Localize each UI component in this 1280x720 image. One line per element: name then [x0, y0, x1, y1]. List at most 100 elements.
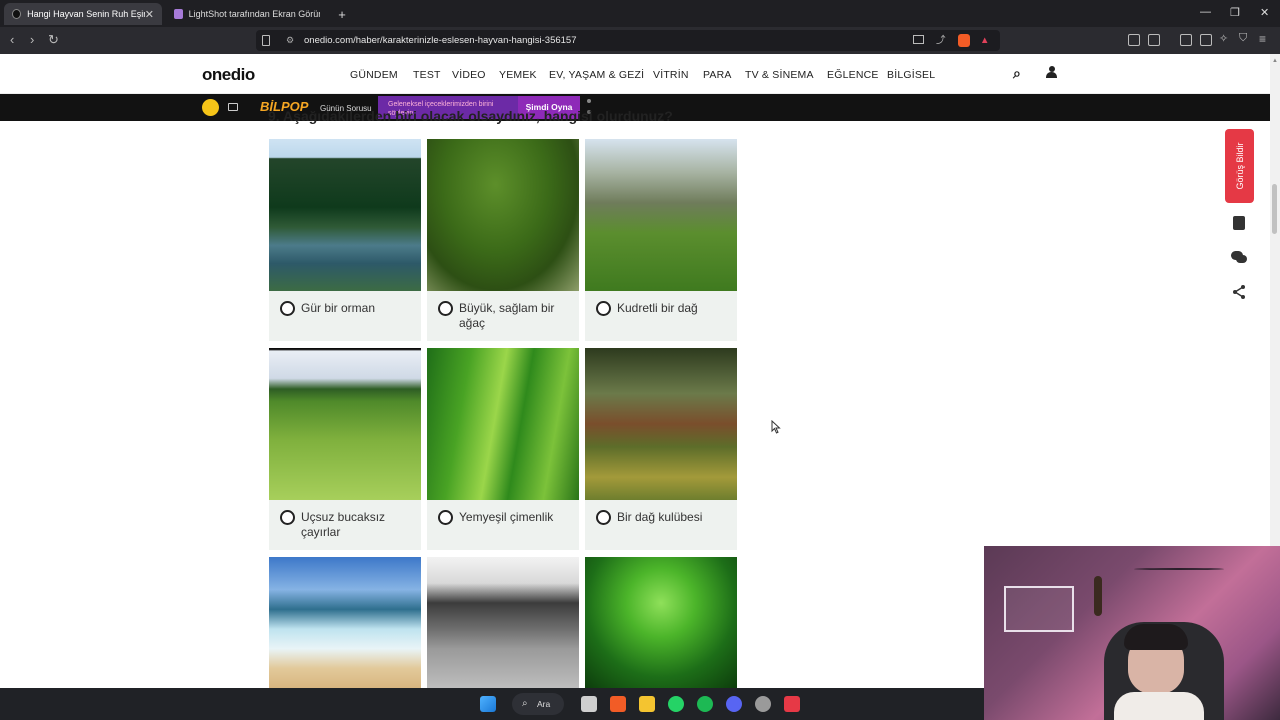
- option-card[interactable]: Gür bir orman: [269, 139, 421, 341]
- tab-active[interactable]: Hangi Hayvan Senin Ruh Eşin? - ✕: [4, 3, 162, 25]
- site-info-icon[interactable]: ⚙: [286, 30, 294, 51]
- windows-start-icon[interactable]: [480, 696, 496, 712]
- option-card[interactable]: Büyük, sağlam bir ağaç: [427, 139, 579, 341]
- onedio-favicon-icon: [12, 9, 22, 19]
- maximize-icon[interactable]: ❐: [1230, 6, 1240, 19]
- taskbar-search[interactable]: ⌕ Ara: [512, 693, 564, 715]
- person-hair: [1124, 624, 1188, 650]
- windows-taskbar: ⌕ Ara: [0, 688, 984, 720]
- sprout-image: [585, 557, 737, 688]
- wall-decor: [1134, 568, 1224, 570]
- back-icon[interactable]: ‹: [10, 32, 14, 47]
- radio-button[interactable]: [596, 510, 611, 525]
- cabin-image: [585, 348, 737, 500]
- discord-icon[interactable]: [726, 696, 742, 712]
- nav-bilgisel[interactable]: BİLGİSEL: [887, 69, 935, 81]
- tab-title: Hangi Hayvan Senin Ruh Eşin? -: [27, 9, 145, 19]
- grass-image: [427, 348, 579, 500]
- nav-para[interactable]: PARA: [703, 69, 732, 81]
- task-view-icon[interactable]: [581, 696, 597, 712]
- site-header: onedio GÜNDEM TEST VİDEO YEMEK EV, YAŞAM…: [0, 54, 1270, 94]
- divider: [0, 121, 1270, 122]
- obs-icon[interactable]: [755, 696, 771, 712]
- option-label: Gür bir orman: [301, 301, 376, 315]
- close-window-icon[interactable]: ✕: [1260, 6, 1269, 19]
- user-icon[interactable]: [1046, 66, 1057, 78]
- search-icon[interactable]: ⌕: [1013, 65, 1021, 82]
- spotify-icon[interactable]: [697, 696, 713, 712]
- wallet-icon[interactable]: [1148, 34, 1160, 46]
- radio-button[interactable]: [438, 510, 453, 525]
- feedback-label: Görüş Bildir: [1234, 142, 1245, 190]
- browser-tab-bar: Hangi Hayvan Senin Ruh Eşin? - ✕ LightSh…: [0, 0, 1280, 27]
- option-card[interactable]: Kudretli bir dağ: [585, 139, 737, 341]
- beach-image: [269, 557, 421, 688]
- option-card[interactable]: [427, 557, 579, 688]
- menu-icon[interactable]: ≡: [1259, 32, 1266, 46]
- meadow-image: [269, 348, 421, 500]
- new-tab-button[interactable]: +: [332, 3, 352, 25]
- webcam-overlay: [984, 546, 1280, 720]
- leo-ai-icon[interactable]: ✧: [1219, 32, 1228, 45]
- option-card[interactable]: [585, 557, 737, 688]
- comments-icon[interactable]: [1231, 250, 1247, 266]
- person-shirt: [1114, 692, 1204, 720]
- ticket-icon[interactable]: [228, 103, 238, 111]
- tab-lightshot[interactable]: LightShot tarafından Ekran Görüntüsü: [166, 3, 328, 25]
- url-field[interactable]: ⚙ onedio.com/haber/karakterinizle-eslese…: [256, 30, 1000, 51]
- extensions-icon[interactable]: [1128, 34, 1140, 46]
- share-icon[interactable]: [1231, 284, 1247, 300]
- brave-rewards-icon[interactable]: ▲: [980, 30, 989, 51]
- forward-icon[interactable]: ›: [30, 32, 34, 47]
- cast-icon[interactable]: [913, 35, 924, 44]
- brave-shields-icon[interactable]: [958, 34, 970, 47]
- nav-video[interactable]: VİDEO: [452, 69, 486, 81]
- option-label: Kudretli bir dağ: [617, 301, 698, 315]
- nav-test[interactable]: TEST: [413, 69, 441, 81]
- option-label: Büyük, sağlam bir ağaç: [459, 301, 555, 330]
- brave-browser-icon[interactable]: [610, 696, 626, 712]
- minimize-icon[interactable]: —: [1200, 6, 1211, 18]
- radio-button[interactable]: [280, 301, 295, 316]
- option-label: Bir dağ kulübesi: [617, 510, 703, 524]
- whatsapp-icon[interactable]: [668, 696, 684, 712]
- radio-button[interactable]: [438, 301, 453, 316]
- vpn-icon[interactable]: ⛉: [1239, 32, 1247, 45]
- nav-gundem[interactable]: GÜNDEM: [350, 69, 398, 81]
- reload-icon[interactable]: ↻: [48, 32, 59, 48]
- close-tab-icon[interactable]: ✕: [145, 8, 154, 21]
- scroll-up-icon[interactable]: ▲: [1272, 58, 1278, 64]
- nav-ev-yasam-gezi[interactable]: EV, YAŞAM & GEZİ: [549, 69, 644, 81]
- tab-title: LightShot tarafından Ekran Görüntüsü: [188, 9, 320, 19]
- onedio-logo[interactable]: onedio: [202, 65, 255, 85]
- window-frame: [1004, 586, 1074, 632]
- search-icon: ⌕: [522, 698, 528, 709]
- game-icon[interactable]: [202, 99, 219, 116]
- option-label: Yemyeşil çimenlik: [459, 510, 554, 524]
- radio-button[interactable]: [596, 301, 611, 316]
- share-icon[interactable]: ⤴: [936, 30, 946, 51]
- lightshot-favicon-icon: [174, 9, 183, 19]
- windswept-tree-image: [427, 557, 579, 688]
- taskbar-search-label: Ara: [537, 699, 551, 709]
- scroll-thumb[interactable]: [1272, 184, 1277, 234]
- nav-vitrin[interactable]: VİTRİN: [653, 69, 689, 81]
- bookmark-add-icon[interactable]: [1231, 216, 1247, 232]
- mountain-image: [585, 139, 737, 291]
- radio-button[interactable]: [280, 510, 295, 525]
- option-card[interactable]: Bir dağ kulübesi: [585, 348, 737, 550]
- option-card[interactable]: Uçsuz bucaksız çayırlar: [269, 348, 421, 550]
- app-icon[interactable]: [784, 696, 800, 712]
- option-card[interactable]: [269, 557, 421, 688]
- mouse-cursor-icon: [771, 420, 781, 434]
- option-card[interactable]: Yemyeşil çimenlik: [427, 348, 579, 550]
- bookmark-icon[interactable]: [262, 35, 270, 46]
- brave-wallet-icon[interactable]: [1200, 34, 1212, 46]
- file-explorer-icon[interactable]: [639, 696, 655, 712]
- nav-eglence[interactable]: EĞLENCE: [827, 69, 879, 81]
- nav-yemek[interactable]: YEMEK: [499, 69, 537, 81]
- nav-tv-sinema[interactable]: TV & SİNEMA: [745, 69, 814, 81]
- sidebar-icon[interactable]: [1180, 34, 1192, 46]
- big-tree-image: [427, 139, 579, 291]
- feedback-button[interactable]: Görüş Bildir: [1225, 129, 1254, 203]
